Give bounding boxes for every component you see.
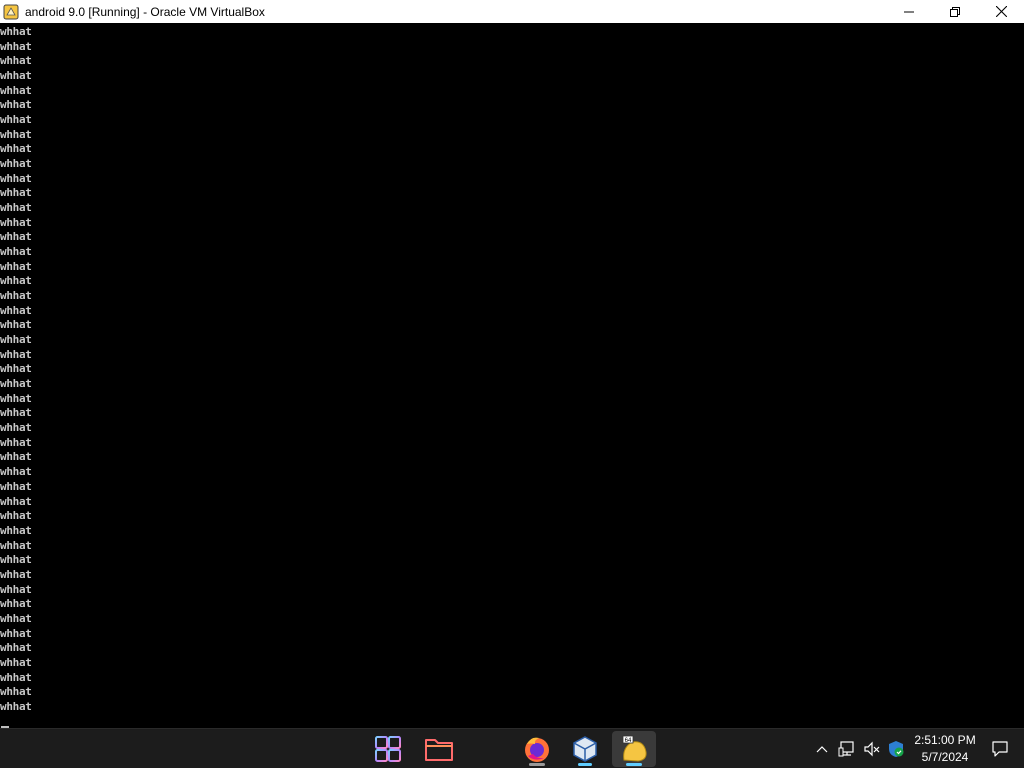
console-line: whhat <box>0 54 32 68</box>
console-line: whhat <box>0 333 32 347</box>
console-line: whhat <box>0 626 32 640</box>
console-line: whhat <box>0 171 32 185</box>
console-line: whhat <box>0 391 32 405</box>
console-line: whhat <box>0 201 32 215</box>
console-line: whhat <box>0 259 32 273</box>
console-line: whhat <box>0 186 32 200</box>
volume-button[interactable] <box>862 739 882 759</box>
console-line: whhat <box>0 406 32 420</box>
volume-muted-icon <box>864 741 880 757</box>
notification-icon <box>992 741 1008 757</box>
clock[interactable]: 2:51:00 PM 5/7/2024 <box>909 732 981 766</box>
vm-console-screen[interactable]: whhat whhat whhat whhat whhat whhat whhat whhat… <box>0 23 1024 728</box>
console-line: whhat <box>0 655 32 669</box>
windows-security-button[interactable] <box>886 739 906 759</box>
title-bar[interactable]: android 9.0 [Running] - Oracle VM Virtua… <box>0 0 1024 23</box>
console-line: whhat <box>0 421 32 435</box>
taskbar-android-vm[interactable]: 64 <box>612 731 656 767</box>
console-line: whhat <box>0 641 32 655</box>
window-title: android 9.0 [Running] - Oracle VM Virtua… <box>25 4 265 19</box>
taskbar-virtualbox[interactable] <box>563 731 607 767</box>
console-line: whhat <box>0 567 32 581</box>
show-hidden-icons-button[interactable] <box>812 739 832 759</box>
minimize-button[interactable] <box>886 0 932 23</box>
console-line: whhat <box>0 318 32 332</box>
network-icon <box>838 741 854 757</box>
console-line: whhat <box>0 215 32 229</box>
console-line: whhat <box>0 303 32 317</box>
console-line: whhat <box>0 553 32 567</box>
console-line: whhat <box>0 289 32 303</box>
console-line: whhat <box>0 450 32 464</box>
defender-icon <box>889 741 904 757</box>
console-line: whhat <box>0 685 32 699</box>
windows-start-icon <box>375 736 401 762</box>
notifications-button[interactable] <box>990 739 1010 759</box>
clock-time: 2:51:00 PM <box>914 733 976 747</box>
close-button[interactable] <box>978 0 1024 23</box>
console-line: whhat <box>0 377 32 391</box>
console-line: whhat <box>0 670 32 684</box>
console-line: whhat <box>0 245 32 259</box>
running-indicator <box>578 763 592 766</box>
console-line: whhat <box>0 83 32 97</box>
console-line: whhat <box>0 435 32 449</box>
console-line: whhat <box>0 39 32 53</box>
console-line: whhat <box>0 362 32 376</box>
console-line: whhat <box>0 611 32 625</box>
virtualbox-android-icon[interactable] <box>3 4 19 20</box>
console-line: whhat <box>0 25 32 38</box>
taskbar-firefox[interactable] <box>515 731 559 767</box>
console-line: whhat <box>0 113 32 127</box>
console-line: whhat <box>0 509 32 523</box>
maximize-button[interactable] <box>932 0 978 23</box>
console-line: whhat <box>0 274 32 288</box>
running-indicator <box>529 763 545 766</box>
firefox-icon <box>525 737 549 762</box>
minimize-icon <box>904 11 914 12</box>
vm-arch-badge: 64 <box>625 738 632 744</box>
taskbar-file-explorer[interactable] <box>417 731 461 767</box>
console-line: whhat <box>0 127 32 141</box>
console-line: whhat <box>0 582 32 596</box>
console-line: whhat <box>0 157 32 171</box>
console-line: whhat <box>0 98 32 112</box>
virtualbox-icon <box>573 736 597 762</box>
console-line: whhat <box>0 538 32 552</box>
active-indicator <box>626 763 642 766</box>
console-line: whhat <box>0 230 32 244</box>
console-line: whhat <box>0 523 32 537</box>
folder-icon <box>425 739 453 761</box>
close-icon <box>995 6 1007 17</box>
virtualbox-android-icon: 64 <box>622 735 647 762</box>
console-line: whhat <box>0 347 32 361</box>
taskbar: 64 2:51:00 PM 5/7/2024 <box>0 728 1024 768</box>
console-output: whhat whhat whhat whhat whhat whhat whhat whhat… <box>0 25 32 715</box>
console-line: whhat <box>0 479 32 493</box>
start-button[interactable] <box>366 731 410 767</box>
chevron-up-icon <box>816 746 828 753</box>
console-line: whhat <box>0 699 32 713</box>
console-line: whhat <box>0 142 32 156</box>
console-line: whhat <box>0 597 32 611</box>
maximize-icon <box>950 6 960 17</box>
console-line: whhat <box>0 494 32 508</box>
clock-date: 5/7/2024 <box>921 750 969 764</box>
network-button[interactable] <box>837 739 857 759</box>
console-line: whhat <box>0 465 32 479</box>
console-line: whhat <box>0 69 32 83</box>
